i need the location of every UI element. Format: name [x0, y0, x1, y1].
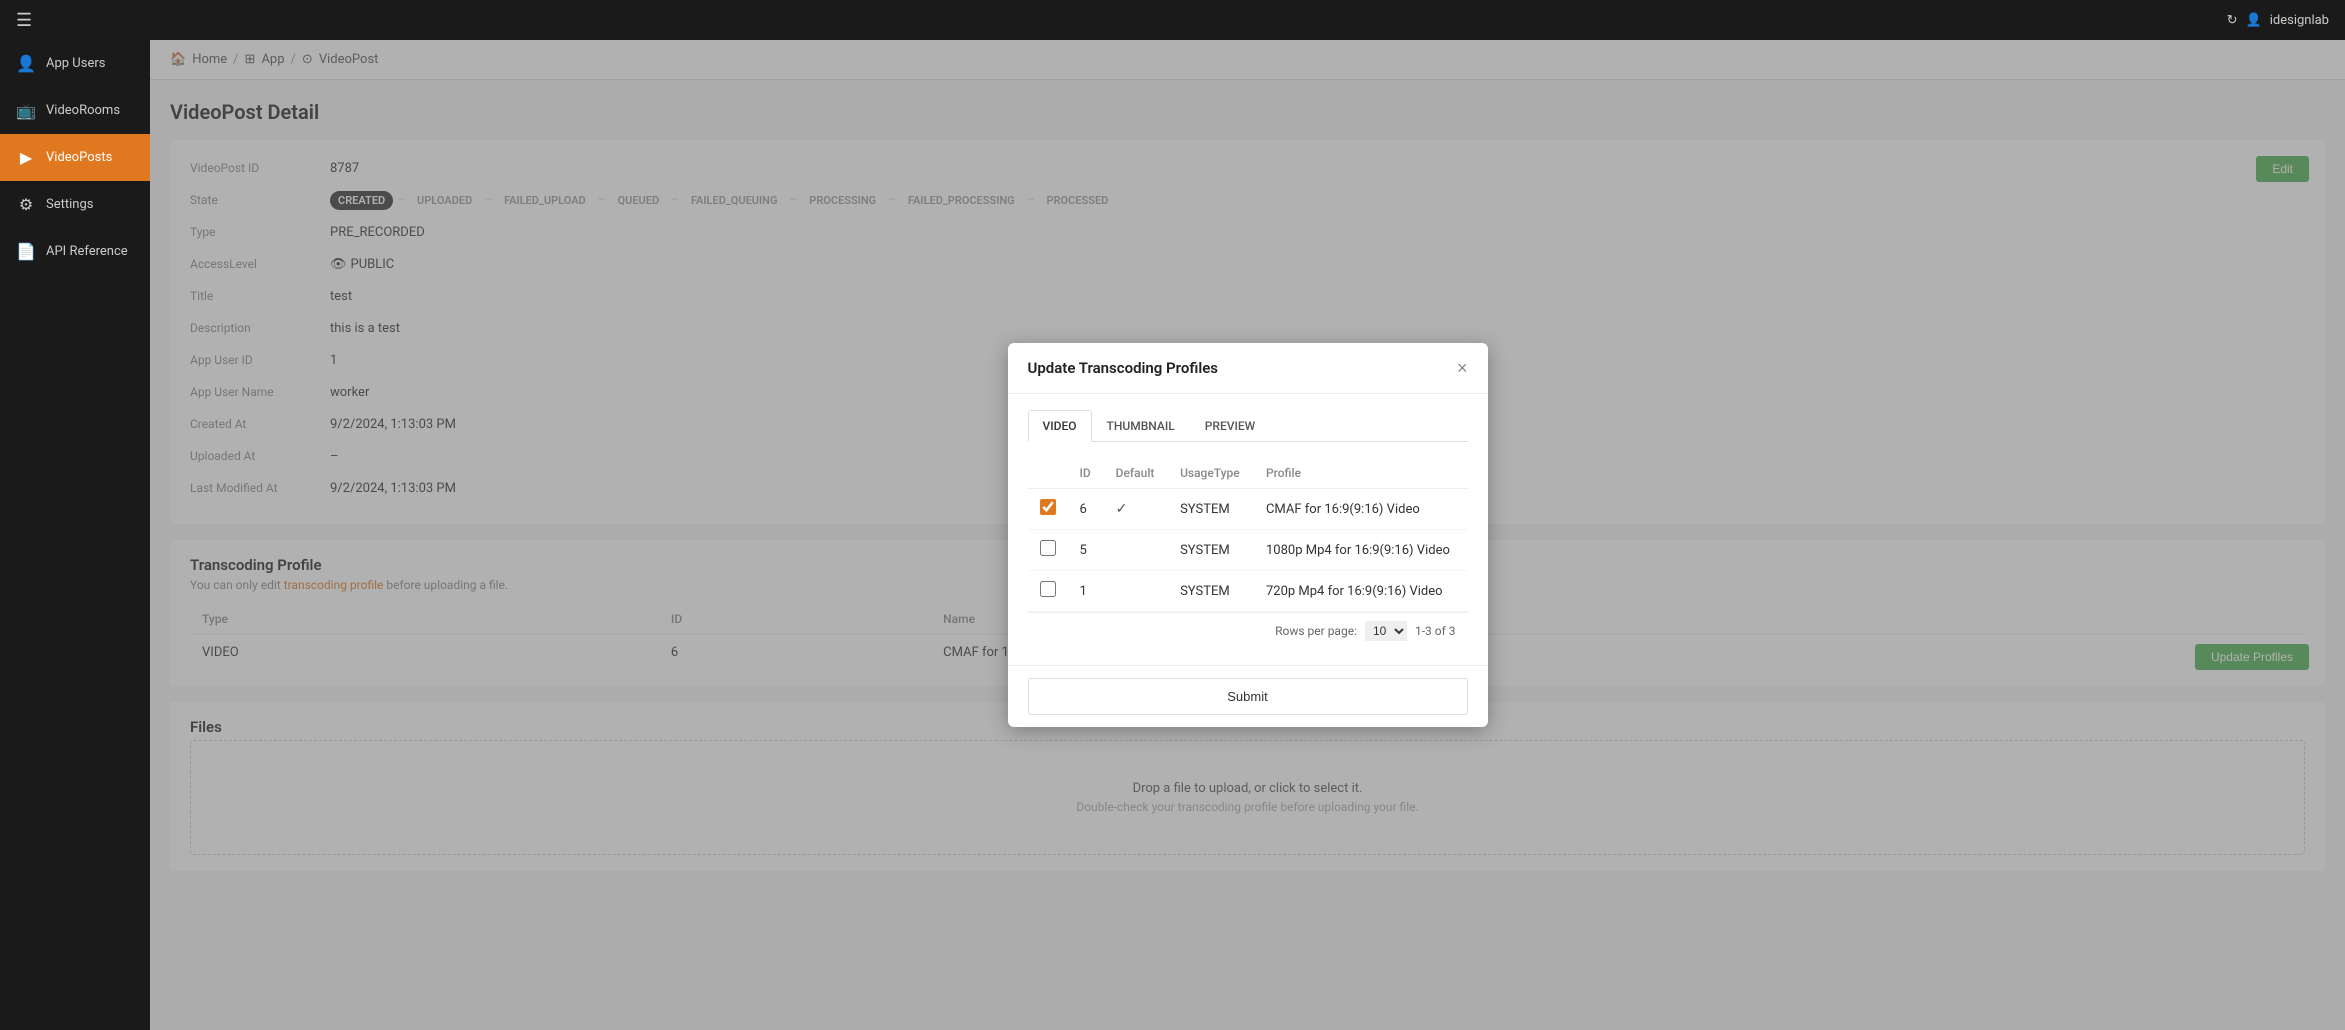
modal-col-usagetype: UsageType	[1168, 458, 1254, 489]
menu-icon[interactable]: ☰	[16, 10, 32, 31]
api-reference-icon: 📄	[16, 242, 36, 261]
sidebar-item-videoposts[interactable]: ▶ VideoPosts	[0, 134, 150, 181]
table-row: 5 SYSTEM 1080p Mp4 for 16:9(9:16) Video	[1028, 530, 1468, 571]
rows-per-page-label: Rows per page:	[1275, 624, 1357, 638]
main-content: 🏠 Home / ⊞ App / ⊙ VideoPost VideoPost D…	[150, 40, 2345, 1030]
modal-footer: Submit	[1008, 665, 1488, 727]
sidebar-item-api-reference[interactable]: 📄 API Reference	[0, 228, 150, 275]
rows-per-page-select[interactable]: 10 25 50	[1365, 621, 1407, 641]
videorooms-icon: 📺	[16, 101, 36, 120]
modal-row3-usagetype: SYSTEM	[1168, 571, 1254, 612]
modal-row3-checkbox-cell[interactable]	[1028, 571, 1068, 612]
modal-row1-default: ✓	[1104, 489, 1168, 530]
modal-col-profile: Profile	[1254, 458, 1468, 489]
sidebar-label-videorooms: VideoRooms	[46, 103, 120, 118]
tab-thumbnail[interactable]: THUMBNAIL	[1092, 410, 1190, 442]
modal-row1-usagetype: SYSTEM	[1168, 489, 1254, 530]
modal-row2-profile: 1080p Mp4 for 16:9(9:16) Video	[1254, 530, 1468, 571]
sidebar-item-app-users[interactable]: 👤 App Users	[0, 40, 150, 87]
modal-dialog: Update Transcoding Profiles × VIDEO THUM…	[1008, 343, 1488, 727]
app-users-icon: 👤	[16, 54, 36, 73]
modal-row2-usagetype: SYSTEM	[1168, 530, 1254, 571]
table-row: 6 ✓ SYSTEM CMAF for 16:9(9:16) Video	[1028, 489, 1468, 530]
tab-preview[interactable]: PREVIEW	[1190, 410, 1270, 442]
modal-row3-profile: 720p Mp4 for 16:9(9:16) Video	[1254, 571, 1468, 612]
modal-pagination: Rows per page: 10 25 50 1-3 of 3	[1028, 612, 1468, 649]
modal-row2-default	[1104, 530, 1168, 571]
username-label: idesignlab	[2270, 13, 2329, 28]
modal-row1-checkbox[interactable]	[1040, 499, 1056, 515]
modal-row3-id: 1	[1068, 571, 1104, 612]
pagination-range: 1-3 of 3	[1415, 624, 1456, 638]
modal-table: ID Default UsageType Profile	[1028, 458, 1468, 612]
modal-close-button[interactable]: ×	[1457, 359, 1468, 377]
sidebar: 👤 App Users 📺 VideoRooms ▶ VideoPosts ⚙ …	[0, 40, 150, 1030]
modal-row3-checkbox[interactable]	[1040, 581, 1056, 597]
modal-row3-default	[1104, 571, 1168, 612]
modal-row1-profile: CMAF for 16:9(9:16) Video	[1254, 489, 1468, 530]
topbar: ☰ ↻ 👤 idesignlab	[0, 0, 2345, 40]
sidebar-label-app-users: App Users	[46, 56, 105, 71]
modal-header: Update Transcoding Profiles ×	[1008, 343, 1488, 394]
tab-video[interactable]: VIDEO	[1028, 410, 1092, 442]
modal-tab-bar: VIDEO THUMBNAIL PREVIEW	[1028, 410, 1468, 442]
submit-button[interactable]: Submit	[1028, 678, 1468, 715]
modal-row2-checkbox[interactable]	[1040, 540, 1056, 556]
modal-backdrop: Update Transcoding Profiles × VIDEO THUM…	[150, 40, 2345, 1030]
modal-body: VIDEO THUMBNAIL PREVIEW ID Default Usage…	[1008, 394, 1488, 665]
modal-col-id: ID	[1068, 458, 1104, 489]
refresh-icon[interactable]: ↻	[2227, 13, 2238, 28]
sidebar-item-videorooms[interactable]: 📺 VideoRooms	[0, 87, 150, 134]
modal-col-checkbox	[1028, 458, 1068, 489]
table-row: 1 SYSTEM 720p Mp4 for 16:9(9:16) Video	[1028, 571, 1468, 612]
sidebar-label-api-reference: API Reference	[46, 244, 128, 259]
sidebar-label-videoposts: VideoPosts	[46, 150, 112, 165]
user-icon: 👤	[2246, 13, 2262, 28]
modal-row2-id: 5	[1068, 530, 1104, 571]
modal-row1-checkbox-cell[interactable]	[1028, 489, 1068, 530]
modal-row2-checkbox-cell[interactable]	[1028, 530, 1068, 571]
sidebar-item-settings[interactable]: ⚙ Settings	[0, 181, 150, 228]
modal-row1-id: 6	[1068, 489, 1104, 530]
settings-icon: ⚙	[16, 195, 36, 214]
videoposts-icon: ▶	[16, 148, 36, 167]
sidebar-label-settings: Settings	[46, 197, 93, 212]
modal-col-default: Default	[1104, 458, 1168, 489]
modal-title: Update Transcoding Profiles	[1028, 359, 1219, 377]
